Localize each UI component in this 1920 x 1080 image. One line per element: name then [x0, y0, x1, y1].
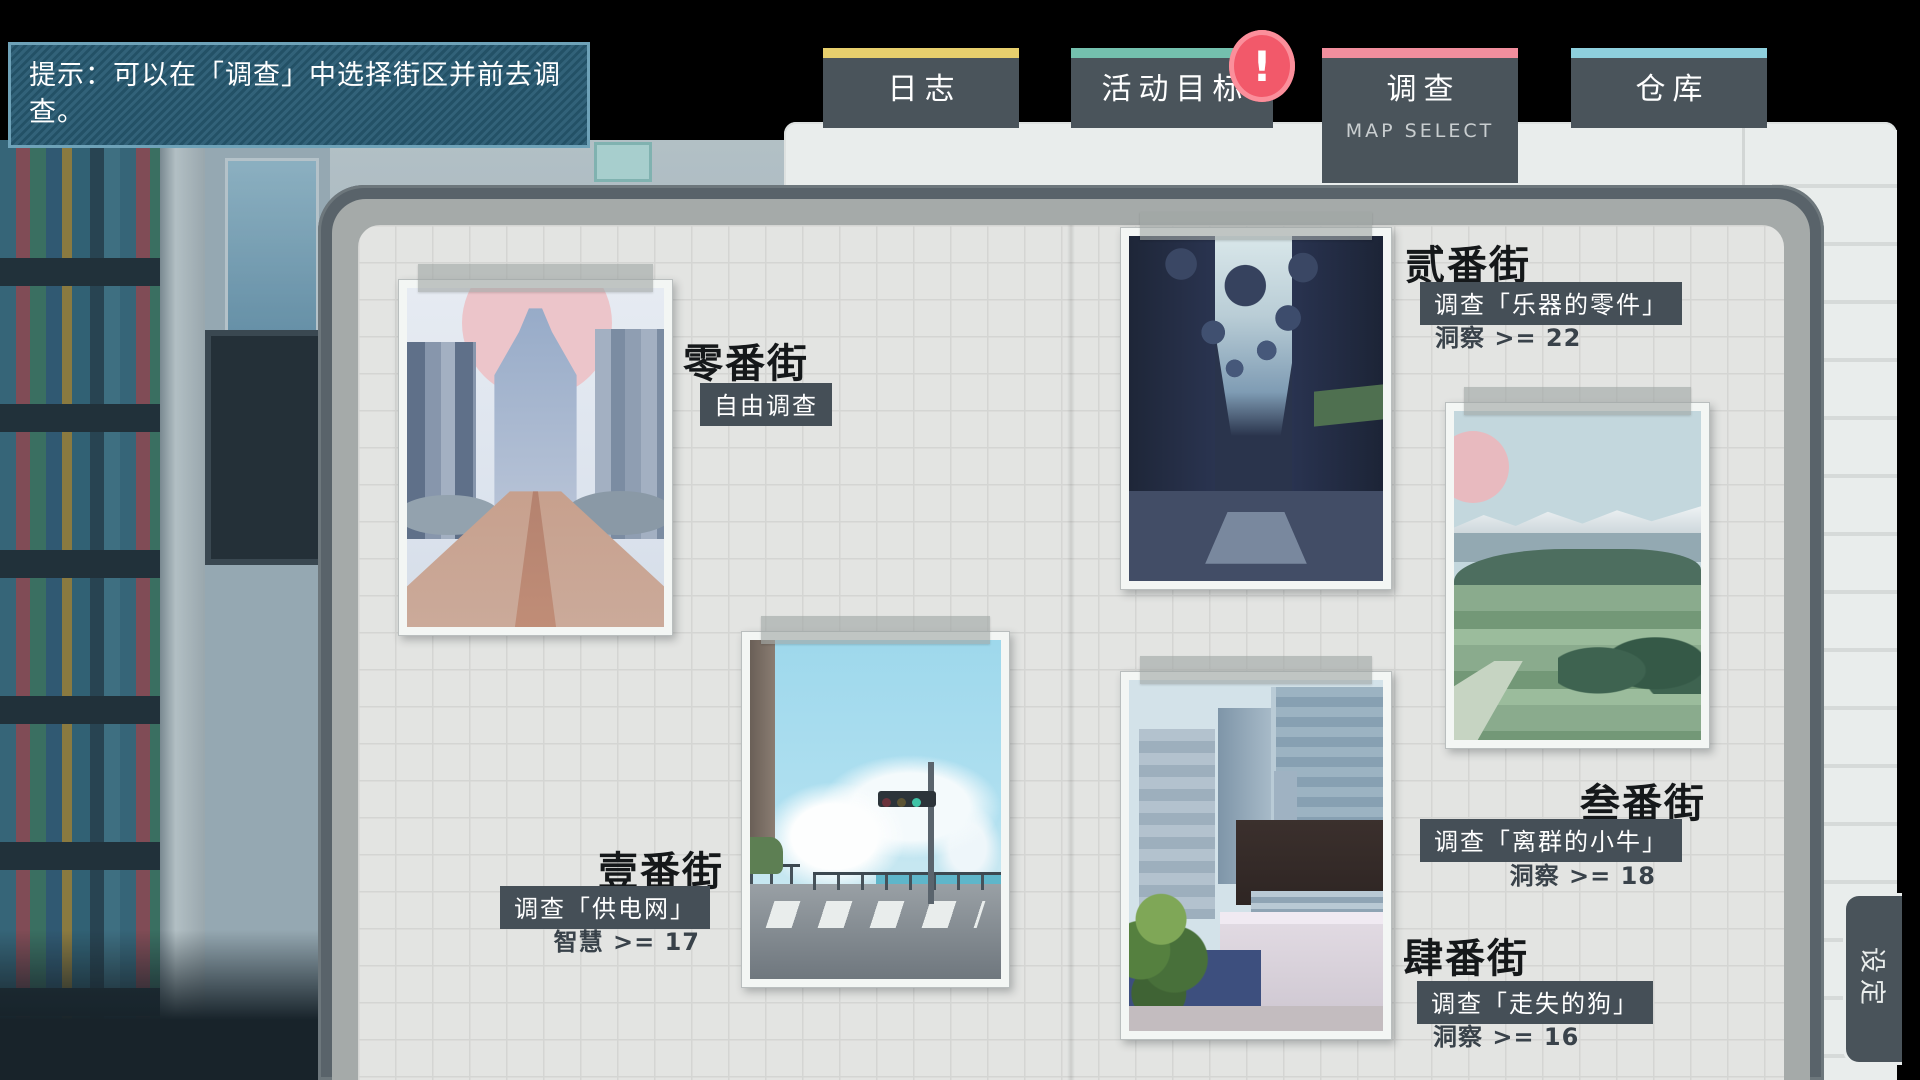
tab-warehouse-label: 仓库: [1571, 73, 1767, 107]
tab-investigate-label: 调查: [1322, 73, 1518, 107]
map-select-screen: 零番街 自由调查 壹番街 调查「供电网」 智慧 >= 17: [0, 0, 1920, 1080]
tab-color-strip: [1571, 48, 1767, 58]
street-photo-0[interactable]: [398, 279, 673, 636]
map-select-subtitle: MAP SELECT: [1322, 120, 1518, 142]
street-requirement-1: 智慧 >= 17: [500, 922, 700, 957]
street-photo-1-image: [750, 640, 1001, 979]
street-photo-4[interactable]: [1120, 671, 1392, 1040]
street-photo-2[interactable]: [1120, 227, 1392, 590]
tab-warehouse[interactable]: 仓库: [1571, 48, 1767, 128]
street-photo-0-image: [407, 288, 664, 627]
street-photo-4-image: [1129, 680, 1383, 1031]
tab-color-strip: [1322, 48, 1518, 58]
street-requirement-2: 洞察 >= 22: [1435, 318, 1581, 353]
street-photo-3-image: [1454, 411, 1701, 740]
tab-investigate[interactable]: 调查 MAP SELECT: [1322, 48, 1518, 183]
tab-log-label: 日志: [823, 73, 1019, 107]
street-requirement-4: 洞察 >= 16: [1433, 1017, 1579, 1052]
settings-tab[interactable]: 设定: [1843, 893, 1902, 1065]
washi-tape: [761, 616, 991, 644]
tab-color-strip: [823, 48, 1019, 58]
street-photo-1[interactable]: [741, 631, 1010, 988]
washi-tape: [1140, 212, 1372, 240]
street-name-0: 零番街: [683, 331, 809, 389]
settings-tab-label: 设定: [1856, 947, 1893, 1011]
street-requirement-3: 洞察 >= 18: [1420, 856, 1656, 891]
washi-tape: [1140, 656, 1372, 684]
hint-tooltip: 提示：可以在「调查」中选择街区并前去调查。: [8, 42, 590, 148]
tab-log[interactable]: 日志: [823, 48, 1019, 128]
street-photo-2-image: [1129, 236, 1383, 581]
washi-tape: [1464, 387, 1690, 415]
washi-tape: [418, 264, 653, 292]
exclamation-badge: !: [1229, 30, 1295, 102]
page-seam: [1742, 122, 1745, 192]
street-task-0: 自由调查: [700, 383, 832, 426]
notebook-center-fold: [1067, 225, 1075, 1080]
street-photo-3[interactable]: [1445, 402, 1710, 749]
street-name-4: 肆番街: [1403, 926, 1529, 984]
